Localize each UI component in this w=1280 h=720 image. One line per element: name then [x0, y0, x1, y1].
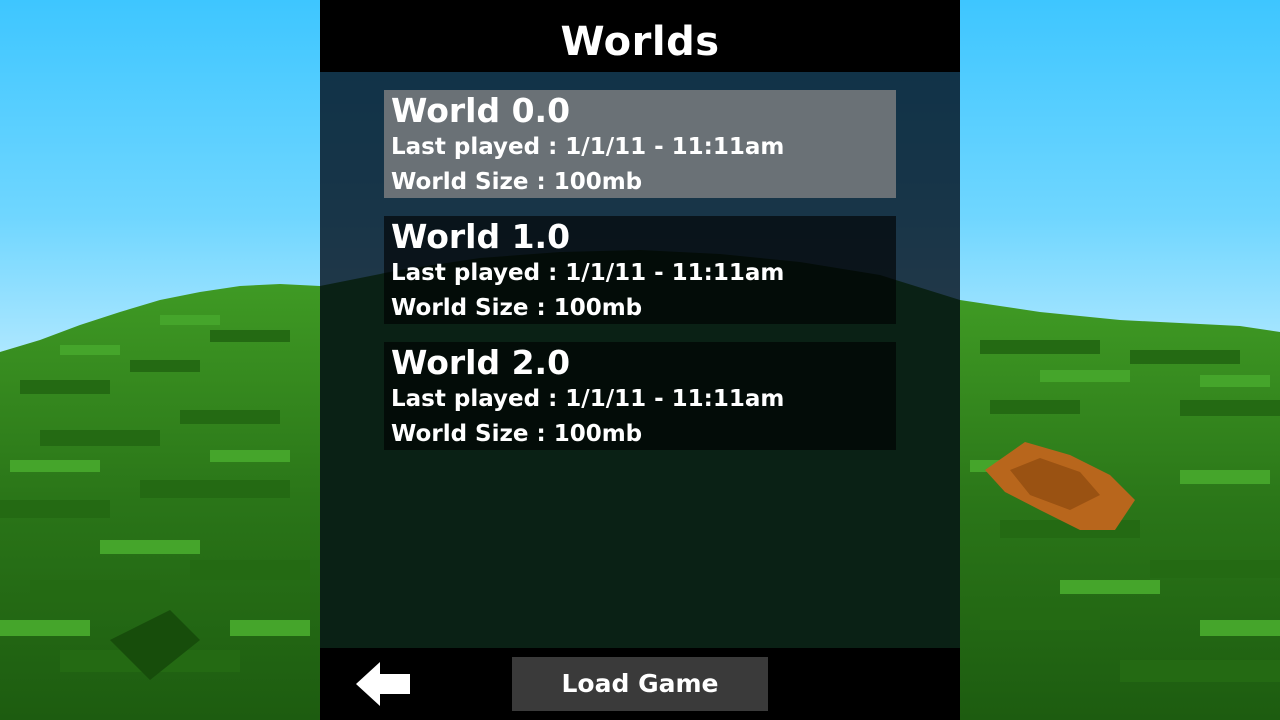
back-button[interactable] — [352, 658, 416, 710]
world-size: World Size : 100mb — [391, 421, 643, 447]
world-item-0[interactable]: World 0.0 Last played : 1/1/11 - 11:11am… — [384, 90, 896, 198]
world-name: World 1.0 — [391, 217, 571, 256]
world-last-played: Last played : 1/1/11 - 11:11am — [391, 386, 785, 412]
world-item-1[interactable]: World 1.0 Last played : 1/1/11 - 11:11am… — [384, 216, 896, 324]
world-item-2[interactable]: World 2.0 Last played : 1/1/11 - 11:11am… — [384, 342, 896, 450]
world-list: World 0.0 Last played : 1/1/11 - 11:11am… — [320, 72, 960, 648]
panel-footer: Load Game — [320, 648, 960, 720]
world-size: World Size : 100mb — [391, 295, 643, 321]
world-name: World 0.0 — [391, 91, 571, 130]
world-size: World Size : 100mb — [391, 169, 643, 195]
worlds-panel: Worlds World 0.0 Last played : 1/1/11 - … — [320, 0, 960, 720]
page-title: Worlds — [320, 0, 960, 72]
load-game-button[interactable]: Load Game — [512, 657, 768, 711]
arrow-left-icon — [356, 662, 410, 706]
world-last-played: Last played : 1/1/11 - 11:11am — [391, 134, 785, 160]
world-name: World 2.0 — [391, 343, 571, 382]
world-last-played: Last played : 1/1/11 - 11:11am — [391, 260, 785, 286]
